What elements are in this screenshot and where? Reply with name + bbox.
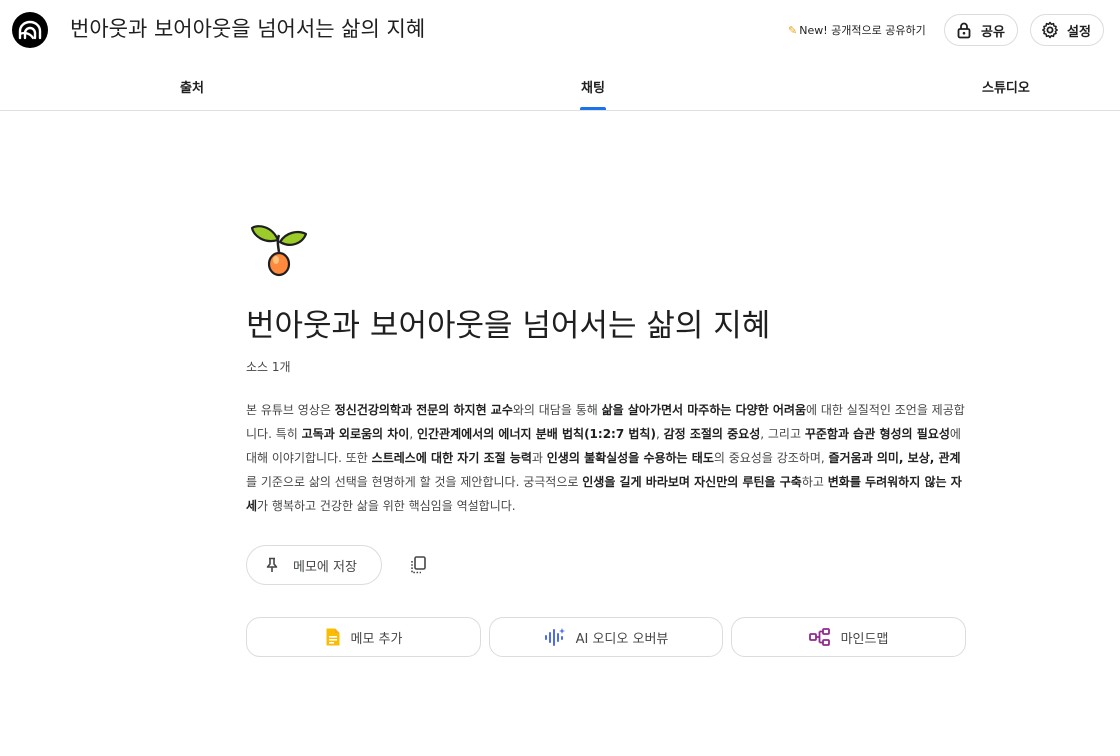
tab-bar: 출처 채팅 스튜디오 [0, 60, 1120, 111]
summary-text: 하고 [801, 475, 828, 489]
gear-icon [1042, 21, 1058, 39]
summary-text: , 그리고 [760, 427, 805, 441]
add-memo-label: 메모 추가 [350, 631, 403, 647]
lock-icon [957, 22, 971, 39]
copy-icon [411, 556, 426, 574]
notebooklm-logo-icon[interactable] [12, 12, 48, 48]
share-label: 공유 [981, 24, 1005, 40]
summary-text: , [655, 427, 664, 441]
pin-icon [266, 557, 278, 572]
summary-keyword: 즐거움과 의미, 보상, 관계 [828, 451, 961, 465]
audio-overview-label: AI 오디오 오버뷰 [575, 631, 669, 647]
summary-text: 가 행복하고 건강한 삶을 위한 핵심임을 역설합니다. [257, 499, 516, 513]
notebook-summary: 본 유튜브 영상은 정신건강의학과 전문의 하지현 교수와의 대담을 통해 삶을… [246, 398, 968, 518]
summary-text: , [409, 427, 417, 441]
summary-keyword: 인생의 불확실성을 수용하는 태도 [546, 451, 714, 465]
tab-studio[interactable]: 스튜디오 [982, 77, 1030, 96]
summary-text: 과 [531, 451, 547, 465]
summary-text: 의 중요성을 강조하며, [713, 451, 829, 465]
add-memo-button[interactable]: 메모 추가 [246, 617, 481, 657]
mindmap-button[interactable]: 마인드맵 [731, 617, 966, 657]
summary-keyword: 인생을 길게 바라보며 자신만의 루틴을 구축 [582, 475, 802, 489]
summary-text: 본 유튜브 영상은 [246, 403, 335, 417]
notebook-title[interactable]: 번아웃과 보어아웃을 넘어서는 삶의 지혜 [70, 14, 425, 44]
summary-keyword: 삶을 살아가면서 마주하는 다양한 어려움 [601, 403, 807, 417]
app-header: 번아웃과 보어아웃을 넘어서는 삶의 지혜 ✎ New! 공개적으로 공유하기 … [0, 0, 1120, 60]
seedling-icon [250, 222, 308, 278]
summary-keyword: 고독과 외로움의 차이 [301, 427, 410, 441]
note-icon [326, 628, 339, 646]
summary-text: 를 기준으로 삶의 선택을 현명하게 할 것을 제안합니다. 궁극적으로 [246, 475, 583, 489]
summary-keyword: 인간관계에서의 에너지 분배 법칙(1:2:7 법칙) [416, 427, 656, 441]
tab-sources[interactable]: 출처 [180, 77, 204, 96]
page-title: 번아웃과 보어아웃을 넘어서는 삶의 지혜 [246, 308, 771, 344]
settings-button[interactable]: 설정 [1030, 14, 1104, 46]
save-to-memo-button[interactable]: 메모에 저장 [246, 545, 382, 585]
source-count: 소스 1개 [246, 360, 291, 374]
audio-overview-button[interactable]: AI 오디오 오버뷰 [489, 617, 723, 657]
summary-keyword: 꾸준함과 습관 형성의 필요성 [804, 427, 950, 441]
settings-label: 설정 [1067, 24, 1091, 40]
save-to-memo-label: 메모에 저장 [293, 559, 357, 575]
mindmap-label: 마인드맵 [840, 631, 889, 647]
public-share-label: New! 공개적으로 공유하기 [799, 24, 926, 37]
summary-keyword: 스트레스에 대한 자기 조절 능력 [371, 451, 532, 465]
public-share-link[interactable]: ✎ New! 공개적으로 공유하기 [788, 20, 926, 40]
audio-waveform-icon [544, 628, 565, 646]
summary-keyword: 정신건강의학과 전문의 하지현 교수 [334, 403, 513, 417]
summary-text: 와의 대담을 통해 [512, 403, 602, 417]
tab-chat[interactable]: 채팅 [581, 77, 605, 96]
share-button[interactable]: 공유 [944, 14, 1018, 46]
pencil-icon: ✎ [788, 23, 798, 37]
active-tab-indicator [580, 107, 606, 110]
copy-button[interactable] [404, 551, 432, 579]
summary-keyword: 감정 조절의 중요성 [663, 427, 761, 441]
mindmap-icon [808, 628, 830, 646]
